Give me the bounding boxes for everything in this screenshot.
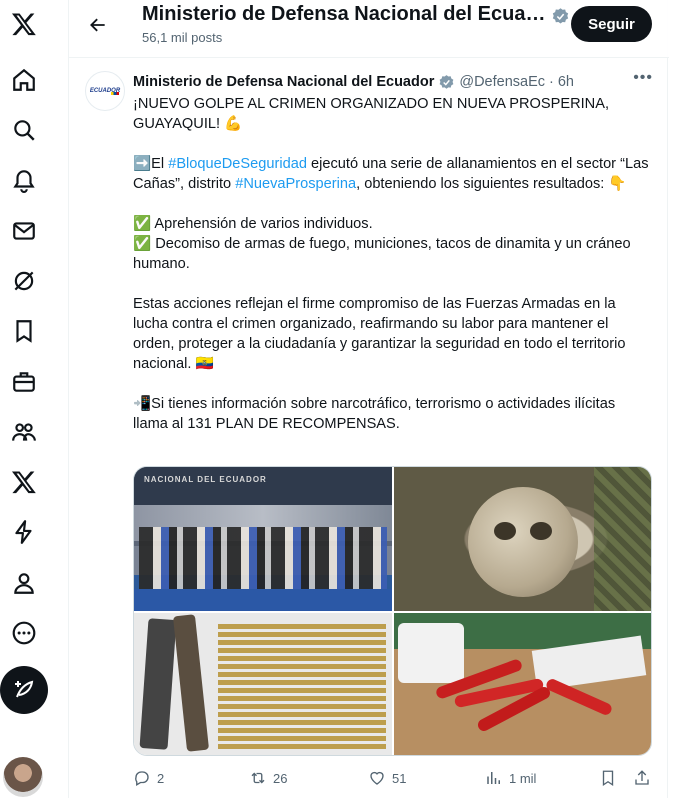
p2-c: , obteniendo los siguientes resultados: … bbox=[356, 176, 627, 192]
messages-icon[interactable] bbox=[9, 216, 39, 246]
separator: · bbox=[549, 74, 554, 90]
like-count: 51 bbox=[392, 770, 407, 786]
bullet-2: ✅ Decomiso de armas de fuego, municiones… bbox=[133, 236, 631, 272]
view-count: 1 mil bbox=[509, 770, 537, 786]
home-icon[interactable] bbox=[9, 65, 39, 95]
reply-icon bbox=[135, 771, 149, 786]
banner-text: NACIONAL DEL ECUADOR bbox=[144, 475, 267, 484]
repost-count: 26 bbox=[273, 770, 288, 786]
bullet-1: ✅ Aprehensión de varios individuos. bbox=[133, 216, 373, 232]
flag-stripe bbox=[111, 92, 119, 95]
tweet-paragraph-5: 📲Si tienes información sobre narcotráfic… bbox=[133, 396, 616, 432]
repost-icon bbox=[251, 772, 265, 784]
share-icon bbox=[635, 770, 649, 785]
premium-icon[interactable] bbox=[9, 467, 39, 497]
feather-plus-icon bbox=[15, 680, 34, 698]
tweet-text: ¡NUEVO GOLPE AL CRIMEN ORGANIZADO EN NUE… bbox=[133, 94, 653, 434]
tweet-actions: 2 26 51 1 mil bbox=[133, 767, 653, 791]
media-grid: NACIONAL DEL ECUADOR bbox=[133, 466, 652, 756]
bookmarks-icon[interactable] bbox=[9, 316, 39, 346]
views-button[interactable]: 1 mil bbox=[485, 769, 536, 787]
verified-badge-icon bbox=[438, 74, 455, 91]
tweet-paragraph-4: Estas acciones reflejan el firme comprom… bbox=[133, 296, 626, 372]
like-button[interactable]: 51 bbox=[368, 769, 406, 787]
views-icon bbox=[487, 772, 500, 784]
account-avatar[interactable] bbox=[3, 757, 43, 797]
author-name[interactable]: Ministerio de Defensa Nacional del Ecuad… bbox=[133, 74, 434, 90]
more-options-icon[interactable]: ••• bbox=[633, 69, 653, 87]
notifications-icon[interactable] bbox=[9, 165, 39, 195]
x-logo-icon[interactable] bbox=[9, 9, 39, 39]
back-arrow-icon[interactable] bbox=[83, 10, 113, 40]
verified-orgs-icon[interactable] bbox=[9, 517, 39, 547]
photo-skull[interactable] bbox=[394, 467, 651, 611]
compose-post-button[interactable] bbox=[0, 666, 48, 714]
more-icon[interactable] bbox=[9, 618, 39, 648]
photo-detainees[interactable]: NACIONAL DEL ECUADOR bbox=[134, 467, 392, 611]
bookmark-icon bbox=[602, 770, 614, 787]
profile-header-bar: Ministerio de Defensa Nacional del Ecuad… bbox=[69, 0, 669, 58]
hashtag-bloque[interactable]: #BloqueDeSeguridad bbox=[168, 156, 307, 172]
communities-icon[interactable] bbox=[9, 417, 39, 447]
main-column: Ministerio de Defensa Nacional del Ecuad… bbox=[68, 0, 669, 798]
photo-weapons-ammo[interactable] bbox=[134, 613, 392, 755]
sidebar bbox=[0, 0, 48, 798]
follow-button[interactable]: Seguir bbox=[571, 6, 652, 42]
tweet-paragraph-2: ➡️El #BloqueDeSeguridad ejecutó una seri… bbox=[133, 154, 653, 194]
author-avatar[interactable]: ECUADOR bbox=[85, 71, 125, 111]
heart-icon bbox=[370, 771, 384, 785]
grok-icon[interactable] bbox=[9, 266, 39, 296]
page-title: Ministerio de Defensa Nacional del Ecuad… bbox=[142, 3, 552, 25]
timestamp[interactable]: 6h bbox=[558, 74, 574, 90]
bookmark-button[interactable] bbox=[599, 769, 617, 787]
tweet-line-1: ¡NUEVO GOLPE AL CRIMEN ORGANIZADO EN NUE… bbox=[133, 96, 610, 132]
share-button[interactable] bbox=[633, 769, 651, 787]
jobs-icon[interactable] bbox=[9, 367, 39, 397]
repost-button[interactable]: 26 bbox=[249, 769, 287, 787]
photo-dynamite[interactable] bbox=[394, 613, 651, 755]
verified-badge-icon bbox=[551, 7, 570, 31]
post-count: 56,1 mil posts bbox=[142, 30, 223, 45]
tweet-header: Ministerio de Defensa Nacional del Ecuad… bbox=[133, 72, 653, 92]
reply-count: 2 bbox=[157, 770, 165, 786]
profile-icon[interactable] bbox=[9, 568, 39, 598]
explore-icon[interactable] bbox=[9, 115, 39, 145]
author-handle[interactable]: @DefensaEc bbox=[459, 74, 545, 90]
p2-a: ➡️El bbox=[133, 156, 169, 172]
reply-button[interactable]: 2 bbox=[133, 769, 164, 787]
hashtag-nueva-prosperina[interactable]: #NuevaProsperina bbox=[235, 176, 356, 192]
